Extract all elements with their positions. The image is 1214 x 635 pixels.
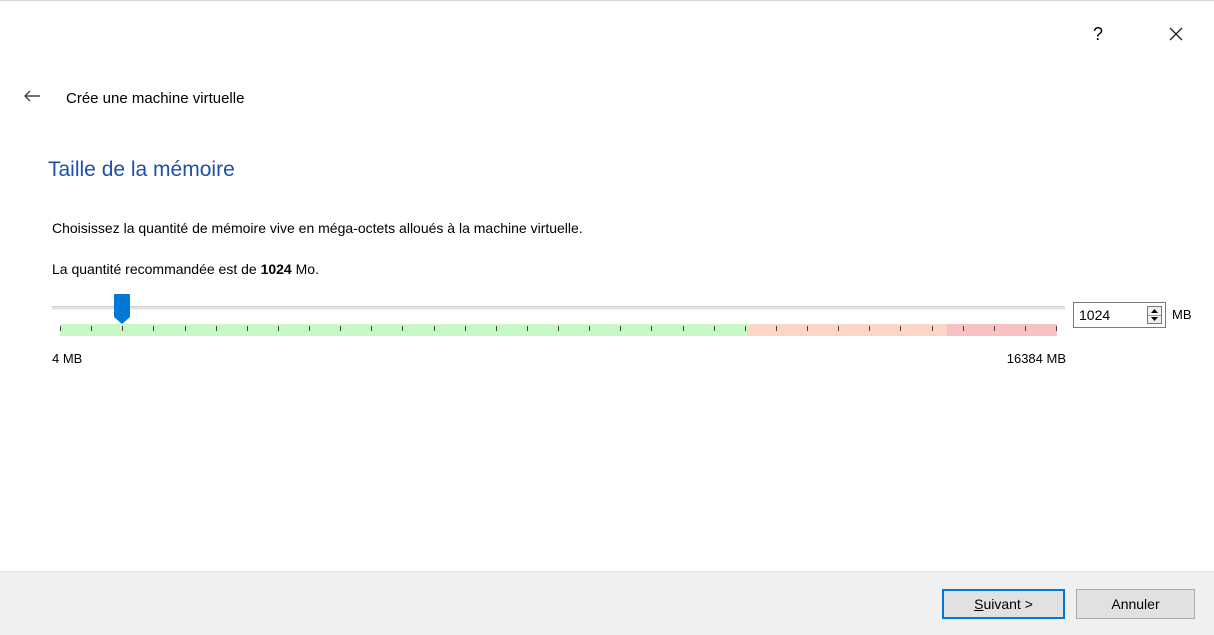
slider-tick — [247, 326, 248, 331]
close-icon — [1169, 27, 1183, 41]
slider-tick — [745, 326, 746, 331]
warning-range-segment — [748, 324, 947, 336]
back-button[interactable] — [20, 86, 44, 106]
triangle-up-icon — [1151, 309, 1158, 313]
slider-tick — [496, 326, 497, 331]
slider-tick — [122, 326, 123, 331]
cancel-button[interactable]: Annuler — [1076, 589, 1195, 619]
slider-tick — [651, 326, 652, 331]
recommendation-value: 1024 — [260, 261, 292, 277]
dialog-footer: Suivant > Annuler — [0, 571, 1214, 635]
question-mark-icon: ? — [1092, 24, 1103, 44]
spin-buttons — [1147, 306, 1162, 324]
page-heading: Taille de la mémoire — [48, 158, 235, 181]
slider-tick — [340, 326, 341, 331]
slider-tick — [558, 326, 559, 331]
recommendation-prefix: La quantité recommandée est de — [52, 261, 261, 277]
memory-value-input[interactable]: 1024 — [1079, 303, 1110, 327]
slider-tick — [402, 326, 403, 331]
slider-tick — [963, 326, 964, 331]
slider-tick — [434, 326, 435, 331]
slider-groove[interactable] — [52, 306, 1065, 310]
slider-tick — [869, 326, 870, 331]
back-arrow-icon — [24, 90, 40, 102]
slider-tick — [683, 326, 684, 331]
slider-tick — [527, 326, 528, 331]
wizard-title: Crée une machine virtuelle — [66, 90, 245, 107]
recommendation-text: La quantité recommandée est de 1024 Mo. — [52, 260, 319, 278]
slider-tick — [1025, 326, 1026, 331]
memory-slider[interactable] — [52, 290, 1065, 340]
slider-max-label: 16384 MB — [1006, 351, 1066, 366]
safe-range-segment — [60, 324, 748, 336]
slider-tick — [185, 326, 186, 331]
recommendation-suffix: Mo. — [291, 261, 319, 277]
next-button[interactable]: Suivant > — [942, 589, 1065, 619]
slider-tick — [838, 326, 839, 331]
window-top-border — [0, 0, 1214, 1]
slider-tick — [776, 326, 777, 331]
next-button-label: uivant > — [983, 596, 1033, 612]
slider-tick — [1056, 326, 1057, 331]
slider-tick — [216, 326, 217, 331]
slider-min-label: 4 MB — [52, 351, 83, 366]
slider-tick — [620, 326, 621, 331]
slider-tick — [60, 326, 61, 331]
help-button[interactable]: ? — [1086, 22, 1110, 46]
spin-down-button[interactable] — [1148, 315, 1161, 323]
slider-tick — [278, 326, 279, 331]
close-button[interactable] — [1162, 20, 1190, 48]
slider-tick — [91, 326, 92, 331]
slider-tick — [589, 326, 590, 331]
triangle-down-icon — [1151, 317, 1158, 321]
slider-tick — [994, 326, 995, 331]
slider-tick — [807, 326, 808, 331]
slider-tick — [153, 326, 154, 331]
slider-tick — [465, 326, 466, 331]
slider-handle-icon — [114, 294, 130, 324]
slider-tick — [900, 326, 901, 331]
memory-unit-label: MB — [1172, 307, 1192, 322]
slider-tick — [309, 326, 310, 331]
memory-spinbox[interactable]: 1024 — [1073, 302, 1166, 328]
slider-tick — [371, 326, 372, 331]
create-vm-dialog: ? Crée une machine virtuelle Taille de l… — [0, 0, 1214, 635]
slider-tick — [932, 326, 933, 331]
memory-description: Choisissez la quantité de mémoire vive e… — [52, 220, 583, 236]
slider-tick — [714, 326, 715, 331]
